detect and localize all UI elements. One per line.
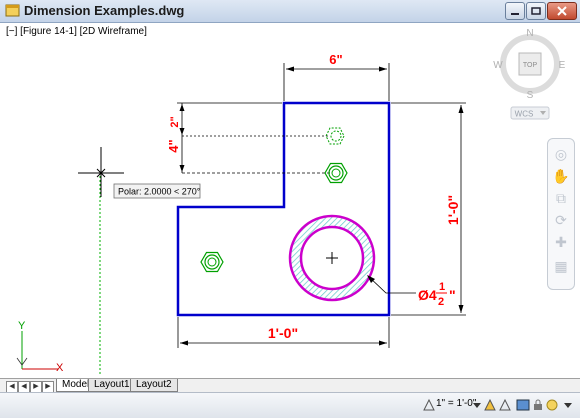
navigation-bar: ◎ ✋ ⧉ ⟳ ✚ ▦ bbox=[547, 138, 575, 290]
isolate-objects-icon[interactable] bbox=[545, 398, 559, 412]
minimize-button[interactable] bbox=[505, 2, 525, 20]
showmotion-icon[interactable]: ▦ bbox=[552, 257, 570, 275]
workspace-icon[interactable] bbox=[516, 398, 530, 412]
hex-nut-lower bbox=[200, 251, 224, 273]
dim-top-text: 6" bbox=[329, 52, 342, 67]
pan-hand-icon[interactable]: ✋ bbox=[552, 167, 570, 185]
tab-layout1[interactable]: Layout1 bbox=[88, 379, 136, 392]
diameter-leader bbox=[367, 275, 416, 294]
status-menu-icon[interactable] bbox=[561, 398, 575, 412]
wcs-label[interactable]: WCS bbox=[515, 110, 534, 119]
center-icon[interactable]: ✚ bbox=[552, 233, 570, 251]
dim-bottom-text: 1'-0" bbox=[268, 325, 298, 341]
dimension-top bbox=[283, 63, 390, 101]
viewcube-south[interactable]: S bbox=[527, 90, 534, 101]
minimize-icon bbox=[511, 13, 519, 15]
viewcube-top-face[interactable]: TOP bbox=[523, 62, 538, 69]
restore-icon bbox=[531, 7, 541, 15]
window-controls bbox=[505, 2, 577, 20]
title-bar: Dimension Examples.dwg bbox=[0, 0, 580, 23]
annotation-visibility-icon[interactable] bbox=[483, 398, 497, 412]
drawing-canvas[interactable]: 6" 4" 2" 1'-0" 1'-0" Ø4 1 2 " Polar: 2.0… bbox=[0, 22, 580, 378]
dim-diameter-prefix: Ø4 bbox=[418, 287, 437, 303]
hex-nut-dashed bbox=[325, 127, 345, 145]
autocad-app-icon[interactable] bbox=[5, 3, 20, 18]
annotation-scale-icon[interactable] bbox=[422, 398, 436, 412]
viewcube-east[interactable]: E bbox=[559, 60, 566, 71]
status-bar: 1" = 1'-0" bbox=[0, 392, 580, 418]
viewcube-north[interactable]: N bbox=[526, 28, 533, 39]
layout-tab-bar: ◀ ◀ ▶ ▶ Model Layout1 Layout2 bbox=[0, 378, 580, 393]
steering-wheel-icon[interactable]: ◎ bbox=[552, 145, 570, 163]
close-button[interactable] bbox=[547, 2, 577, 20]
zoom-icon[interactable]: ⧉ bbox=[552, 189, 570, 207]
dim-left-big-text: 4" bbox=[166, 139, 181, 152]
dim-left-small-text: 2" bbox=[169, 116, 181, 127]
orbit-icon[interactable]: ⟳ bbox=[552, 211, 570, 229]
tab-layout2[interactable]: Layout2 bbox=[130, 379, 178, 392]
dim-diameter-suffix: " bbox=[449, 287, 456, 303]
ucs-icon bbox=[16, 331, 58, 370]
lock-icon[interactable] bbox=[531, 398, 545, 412]
window-title: Dimension Examples.dwg bbox=[24, 3, 185, 18]
dimension-left bbox=[177, 102, 330, 174]
scale-dropdown-icon[interactable] bbox=[470, 398, 484, 412]
dim-right-text: 1'-0" bbox=[445, 195, 461, 225]
bore-hole bbox=[288, 214, 376, 302]
dim-diameter-num: 1 bbox=[439, 281, 445, 293]
ucs-y-label: Y bbox=[18, 320, 26, 332]
restore-button[interactable] bbox=[526, 2, 546, 20]
viewcube-west[interactable]: W bbox=[493, 60, 503, 71]
ucs-x-label: X bbox=[56, 362, 64, 374]
polar-tooltip-text: Polar: 2.0000 < 270° bbox=[118, 187, 201, 197]
auto-scale-icon[interactable] bbox=[498, 398, 512, 412]
dim-diameter-den: 2 bbox=[438, 296, 444, 308]
close-icon bbox=[557, 6, 567, 16]
